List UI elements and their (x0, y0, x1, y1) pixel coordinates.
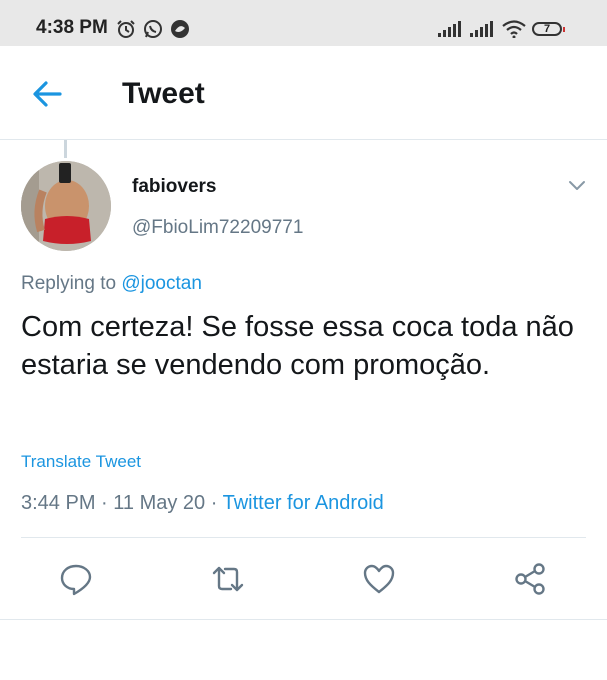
app-bar: Tweet (0, 46, 607, 140)
music-icon (171, 20, 189, 38)
share-icon[interactable] (513, 562, 547, 596)
avatar[interactable] (21, 161, 111, 251)
replying-to: Replying to @jooctan (21, 273, 202, 295)
divider (21, 537, 586, 538)
whatsapp-icon (144, 20, 162, 38)
back-arrow-icon[interactable] (28, 76, 66, 112)
battery-icon: 7 (532, 22, 565, 36)
thread-connector (64, 140, 67, 158)
like-icon[interactable] (362, 562, 396, 596)
alarm-icon (117, 20, 135, 38)
reply-icon[interactable] (59, 562, 93, 596)
translate-tweet-link[interactable]: Translate Tweet (21, 452, 141, 472)
tweet-meta: 3:44 PM · 11 May 20 · Twitter for Androi… (21, 492, 384, 515)
replying-to-label: Replying to (21, 273, 122, 294)
wifi-icon (502, 20, 526, 38)
signal-icon (438, 21, 461, 37)
retweet-icon[interactable] (211, 562, 245, 596)
author-handle[interactable]: @FbioLim72209771 (132, 217, 303, 239)
signal-icon (470, 21, 493, 37)
status-system-icons: 7 (438, 20, 565, 38)
status-time: 4:38 PM (36, 17, 108, 38)
page-title: Tweet (122, 77, 205, 110)
status-notification-icons (116, 19, 190, 39)
tweet-source-link[interactable]: Twitter for Android (223, 492, 384, 514)
tweet-text: Com certeza! Se fosse essa coca toda não… (21, 311, 574, 381)
reply-mention-link[interactable]: @jooctan (121, 273, 202, 294)
author-display-name[interactable]: fabiovers (132, 176, 216, 198)
divider (0, 619, 607, 620)
tweet-timestamp: 3:44 PM · 11 May 20 · (21, 492, 223, 514)
status-bar: 4:38 PM 7 (0, 0, 607, 46)
chevron-down-icon[interactable] (567, 178, 587, 192)
